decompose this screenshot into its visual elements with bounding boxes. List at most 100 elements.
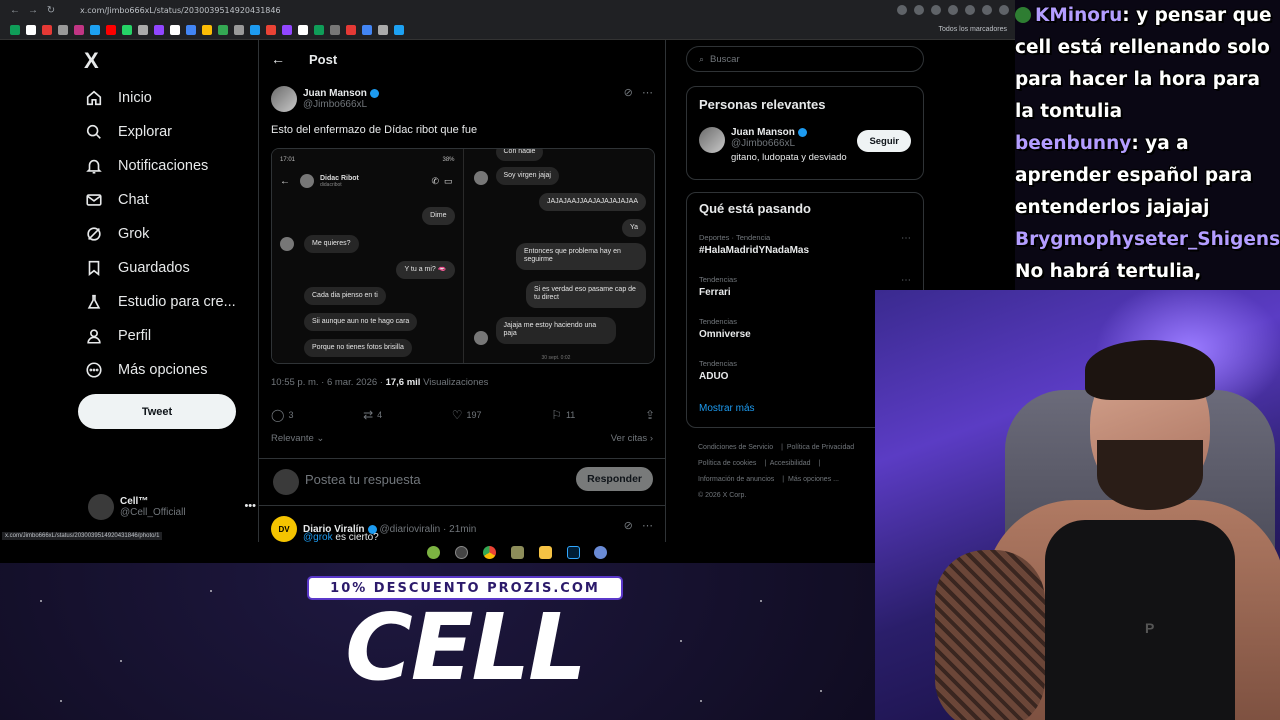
bookmark-icon[interactable] [234,24,244,35]
reply-button[interactable]: ◯ 3 [271,408,293,422]
more-icon[interactable]: ⋯ [901,275,911,286]
grok-icon[interactable]: ⊘ [624,87,633,99]
like-button[interactable]: ♡ 197 [452,408,482,422]
bookmark-icon[interactable] [378,24,388,35]
folder-icon[interactable] [538,545,552,559]
chrome-icon[interactable] [483,545,497,559]
extension-icon[interactable] [965,5,975,15]
nav-item-profile[interactable]: Perfil [84,319,151,353]
media-image-right[interactable]: Con nadie Soy virgen jajaj JAJAJAAJJAAJA… [463,149,654,363]
bookmark-icon[interactable] [90,24,100,35]
view-quotes-link[interactable]: Ver citas › [611,433,653,444]
more-icon[interactable]: ••• [244,500,256,512]
profile-icon[interactable] [999,5,1009,15]
user-name[interactable]: Juan Manson [731,127,795,138]
back-icon[interactable]: ← [6,5,24,16]
extension-icon[interactable] [897,5,907,15]
bookmark-icon[interactable] [42,24,52,35]
footer-link[interactable]: Política de cookies [698,460,756,467]
bookmark-icon[interactable] [394,24,404,35]
all-bookmarks-label[interactable]: Todos los marcadores [939,26,1007,33]
bookmark-icon[interactable] [138,24,148,35]
bookmark-icon[interactable] [282,24,292,35]
extension-icon[interactable] [931,5,941,15]
footer-link[interactable]: Accesibilidad [770,460,811,467]
bookmark-icon[interactable] [218,24,228,35]
bookmark-icon[interactable] [10,24,20,35]
url-text[interactable]: x.com/Jimbo666xL/status/2030039514920431… [80,6,281,15]
post-timestamp[interactable]: 10:55 p. m. · 6 mar. 2026 · [271,377,383,388]
trend-item[interactable]: Deportes · Tendencia #HalaMadridYNadaMas [699,233,809,256]
nav-item-grok[interactable]: Grok [84,217,149,251]
footer-link[interactable]: Política de Privacidad [787,444,854,451]
extension-icon[interactable] [914,5,924,15]
account-switcher[interactable]: Cell™ @Cell_Officiall ••• [88,494,256,520]
nav-item-creator-studio[interactable]: Estudio para cre... [84,285,236,319]
bookmark-icon[interactable] [26,24,36,35]
author-name[interactable]: Juan Manson [303,88,367,99]
author-handle[interactable]: @Jimbo666xL [303,99,379,110]
reply-input[interactable]: Postea tu respuesta [305,472,421,487]
app-icon[interactable] [594,545,608,559]
bookmark-icon[interactable] [202,24,212,35]
bookmark-button[interactable]: ⚐ 11 [551,408,575,422]
bookmark-icon[interactable] [250,24,260,35]
app-icon[interactable] [455,545,469,559]
footer-link[interactable]: Información de anuncios [698,476,774,483]
bookmark-icon[interactable] [346,24,356,35]
show-more-link[interactable]: Mostrar más [699,403,755,414]
nav-item-bookmarks[interactable]: Guardados [84,251,190,285]
bookmark-icon[interactable] [266,24,276,35]
nav-item-explore[interactable]: Explorar [84,115,172,149]
avatar[interactable] [271,86,297,112]
grok-icon[interactable]: ⊘ [624,520,633,532]
bookmark-icon[interactable] [74,24,84,35]
app-icon[interactable] [427,545,441,559]
reply-tweet[interactable]: DV Diario Viralín @diarioviralin · 21min… [271,516,476,543]
bookmark-icon[interactable] [314,24,324,35]
footer-link[interactable]: Condiciones de Servicio [698,444,773,451]
bookmark-icon[interactable] [298,24,308,35]
follow-button[interactable]: Seguir [857,130,911,152]
tweet-button[interactable]: Tweet [78,394,236,429]
media-image-left[interactable]: 17:01 38% ← Didac Ribot didacribot ✆ ▭ D… [272,149,464,363]
extension-icon[interactable] [948,5,958,15]
trend-item[interactable]: Tendencias Omniverse [699,317,751,340]
trend-item[interactable]: Tendencias ADUO [699,359,737,382]
mention-link[interactable]: @grok [303,532,333,543]
share-button[interactable]: ⇪ [645,408,655,422]
trend-item[interactable]: Tendencias Ferrari [699,275,737,298]
bookmark-icon[interactable] [122,24,132,35]
post-media[interactable]: 17:01 38% ← Didac Ribot didacribot ✆ ▭ D… [271,148,655,364]
bookmark-icon[interactable] [58,24,68,35]
reply-submit-button[interactable]: Responder [576,467,653,491]
bookmark-icon[interactable] [362,24,372,35]
bookmark-icon[interactable] [154,24,164,35]
more-icon[interactable]: ⋯ [642,87,653,99]
avatar[interactable] [699,127,725,153]
search-box[interactable]: ⌕ [686,46,924,72]
reload-icon[interactable]: ↻ [42,5,60,16]
nav-item-home[interactable]: Inicio [84,81,152,115]
more-icon[interactable]: ⋯ [642,520,653,532]
relevant-user[interactable]: Juan Manson @Jimbo666xL gitano, ludopata… [699,127,847,163]
back-arrow-icon[interactable]: ← [271,51,285,67]
app-icon[interactable] [510,545,524,559]
avatar[interactable]: DV [271,516,297,542]
bookmark-icon[interactable] [186,24,196,35]
bookmark-icon[interactable] [330,24,340,35]
photoshop-icon[interactable] [566,545,580,559]
x-logo-icon[interactable]: X [84,48,99,74]
search-input[interactable] [710,53,891,65]
forward-icon[interactable]: → [24,5,42,16]
bookmark-icon[interactable] [106,24,116,35]
retweet-button[interactable]: ⇄ 4 [363,408,382,422]
extension-icon[interactable] [982,5,992,15]
footer-link[interactable]: Más opciones ... [788,476,839,483]
nav-item-chat[interactable]: Chat [84,183,149,217]
nav-item-more[interactable]: Más opciones [84,353,207,387]
more-icon[interactable]: ⋯ [901,233,911,244]
nav-item-notifications[interactable]: Notificaciones [84,149,208,183]
bookmark-icon[interactable] [170,24,180,35]
post-author[interactable]: Juan Manson @Jimbo666xL [271,86,379,112]
